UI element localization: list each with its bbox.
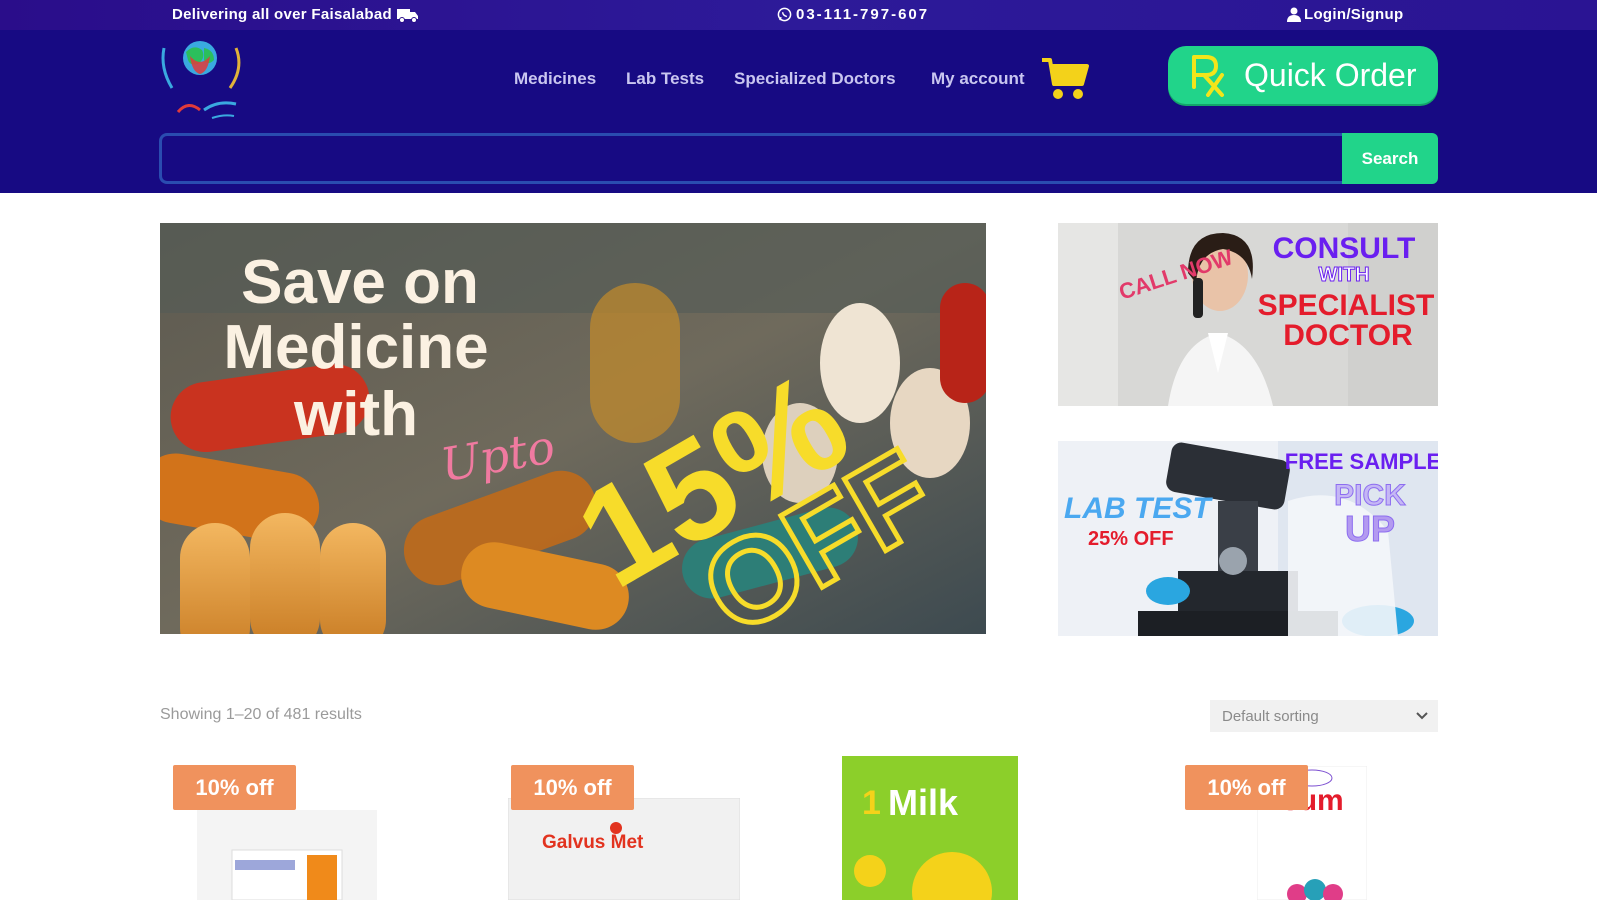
product-card[interactable]: Esum 10% off (1185, 750, 1415, 900)
consult-banner-art: CALL NOW CONSULT WITH SPECIALIST DOCTOR (1058, 223, 1438, 406)
lab-test-banner[interactable]: LAB TEST 25% OFF FREE SAMPLE PICK UP (1058, 441, 1438, 636)
search-input[interactable] (159, 133, 1342, 184)
discount-banner[interactable]: Save on Medicine with Upto 15% OFF (160, 223, 986, 634)
discount-badge: 10% off (173, 765, 296, 810)
delivery-text: Delivering all over Faisalabad (172, 6, 392, 23)
product-card[interactable]: 10% off Galvus Met (505, 750, 765, 900)
banner-line2: Medicine (223, 313, 488, 382)
consult-doctor-banner[interactable]: CALL NOW CONSULT WITH SPECIALIST DOCTOR (1058, 223, 1438, 406)
doctor-text: DOCTOR (1283, 319, 1413, 352)
nav-medicines[interactable]: Medicines (514, 69, 596, 89)
discount-badge: 10% off (511, 765, 634, 810)
whatsapp-icon (777, 7, 792, 22)
phone-number: 03-111-797-607 (796, 6, 930, 23)
lab-discount-text: 25% OFF (1088, 528, 1174, 550)
chevron-down-icon (1416, 712, 1428, 720)
lab-banner-art: LAB TEST 25% OFF FREE SAMPLE PICK UP (1058, 441, 1438, 636)
specialist-text: SPECIALIST (1258, 289, 1435, 322)
delivery-info: Delivering all over Faisalabad (172, 6, 419, 23)
truck-icon (396, 8, 418, 23)
product-image: 1 (842, 756, 1018, 900)
nav-my-account[interactable]: My account (931, 69, 1025, 89)
quick-order-button[interactable]: Quick Order (1168, 46, 1438, 104)
product-image (197, 810, 377, 900)
consult-text: CONSULT (1273, 232, 1416, 265)
sort-selected-value: Default sorting (1222, 707, 1319, 725)
free-sample-text: FREE SAMPLE (1285, 449, 1438, 474)
nav-specialized-doctors[interactable]: Specialized Doctors (734, 69, 896, 89)
banner-line1: Save on (241, 248, 479, 317)
site-logo[interactable] (158, 38, 244, 122)
top-info-bar: Delivering all over Faisalabad 03-111-79… (0, 0, 1597, 30)
login-text: Login/Signup (1304, 6, 1404, 23)
lab-test-text: LAB TEST (1064, 492, 1213, 525)
discount-badge: 10% off (1185, 765, 1308, 810)
product-card[interactable]: 1 Milk (840, 750, 1020, 900)
product-pack-text: Milk (888, 782, 959, 823)
sort-select[interactable]: Default sorting (1210, 700, 1438, 732)
quick-order-label: Quick Order (1244, 56, 1417, 93)
user-icon (1287, 7, 1301, 22)
rx-icon (1192, 55, 1224, 97)
login-link[interactable]: Login/Signup (1287, 6, 1403, 23)
product-pack-text: Galvus Met (542, 832, 644, 853)
svg-text:1: 1 (862, 784, 881, 822)
up-text: UP (1345, 508, 1395, 549)
cart-icon[interactable] (1040, 54, 1090, 102)
banner-line3: with (293, 380, 418, 449)
site-header: Medicines Lab Tests Specialized Doctors … (0, 30, 1597, 193)
results-count: Showing 1–20 of 481 results (160, 706, 362, 723)
nav-lab-tests[interactable]: Lab Tests (626, 69, 704, 89)
product-card[interactable]: 10% off (170, 750, 430, 900)
search-button[interactable]: Search (1342, 133, 1438, 184)
phone-contact[interactable]: 03-111-797-607 (777, 6, 929, 23)
discount-banner-art: Save on Medicine with Upto 15% OFF (160, 223, 986, 634)
with-text: WITH (1318, 264, 1369, 286)
